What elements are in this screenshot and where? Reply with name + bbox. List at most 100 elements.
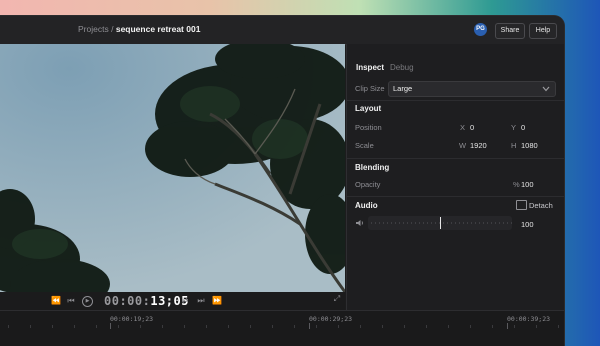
timeline-tick	[140, 325, 141, 328]
divider	[347, 158, 564, 159]
timeline-tick	[162, 325, 163, 328]
timeline-tick	[118, 325, 119, 328]
tab-debug[interactable]: Debug	[390, 63, 414, 72]
volume-slider-thumb[interactable]	[440, 217, 441, 229]
volume-tick	[451, 222, 452, 224]
x-label: X	[460, 123, 466, 132]
timeline-tick	[228, 325, 229, 328]
volume-tick	[471, 222, 472, 224]
volume-tick	[491, 222, 492, 224]
timeline-tick	[184, 325, 185, 328]
opacity-value-field[interactable]: 100	[521, 180, 534, 189]
fullscreen-icon[interactable]: ⤢	[332, 294, 342, 304]
inspector-panel: Inspect Debug Clip Size Large Layout Pos…	[346, 44, 564, 310]
volume-tick	[383, 222, 384, 224]
timeline-tick	[74, 325, 75, 328]
volume-tick	[375, 222, 376, 224]
timeline-tick	[316, 325, 317, 328]
detach-icon[interactable]	[516, 200, 527, 210]
volume-tick	[487, 222, 488, 224]
volume-tick	[499, 222, 500, 224]
timeline[interactable]: 00:00:19;23 00:00:29;23 00:00:39;23	[0, 310, 564, 346]
volume-tick	[391, 222, 392, 224]
rewind-fast-icon[interactable]: ⏪	[51, 296, 61, 306]
volume-tick	[495, 222, 496, 224]
video-viewer[interactable]	[0, 44, 345, 292]
timeline-marker-time: 00:00:39;23	[507, 315, 551, 323]
volume-tick	[427, 222, 428, 224]
volume-tick	[431, 222, 432, 224]
x-value-field[interactable]: 0	[470, 123, 474, 132]
volume-tick	[443, 222, 444, 224]
scale-label: Scale	[355, 141, 374, 150]
detach-button[interactable]: Detach	[529, 201, 553, 210]
opacity-label: Opacity	[355, 180, 381, 189]
timeline-tick	[514, 325, 515, 328]
volume-tick	[387, 222, 388, 224]
breadcrumb-separator: /	[111, 24, 114, 34]
help-button[interactable]: Help	[529, 23, 557, 39]
loop-icon[interactable]: ⇄	[180, 296, 190, 306]
volume-tick	[399, 222, 400, 224]
share-button[interactable]: Share	[495, 23, 525, 39]
volume-tick	[459, 222, 460, 224]
timeline-tick	[338, 325, 339, 328]
position-label: Position	[355, 123, 382, 132]
tab-inspect[interactable]: Inspect	[356, 63, 384, 72]
layout-section-title: Layout	[355, 104, 382, 113]
timeline-tick	[536, 325, 537, 328]
divider	[347, 196, 564, 197]
skip-forward-icon[interactable]: ⏭	[196, 296, 206, 306]
skip-back-icon[interactable]: ⏮	[66, 296, 76, 306]
video-frame-image	[0, 44, 345, 292]
timeline-tick	[294, 325, 295, 328]
y-value-field[interactable]: 0	[521, 123, 525, 132]
avatar[interactable]: PG	[474, 23, 487, 36]
clip-size-value: Large	[393, 84, 413, 93]
breadcrumb-current: sequence retreat 001	[115, 24, 201, 34]
volume-tick	[447, 222, 448, 224]
w-label: W	[459, 141, 467, 150]
volume-tick	[503, 222, 504, 224]
timeline-tick	[470, 325, 471, 328]
volume-tick	[463, 222, 464, 224]
play-icon[interactable]: ▶	[82, 296, 93, 307]
timeline-major-tick	[309, 323, 310, 329]
h-label: H	[511, 141, 517, 150]
timeline-tick	[360, 325, 361, 328]
timeline-major-tick	[507, 323, 508, 329]
timeline-marker-time: 00:00:29;23	[309, 315, 353, 323]
clip-size-label: Clip Size	[355, 84, 385, 93]
timeline-tick	[96, 325, 97, 328]
timeline-tick	[52, 325, 53, 328]
title-bar: Projects / sequence retreat 001 PG Share…	[0, 16, 564, 45]
volume-tick	[411, 222, 412, 224]
volume-tick	[403, 222, 404, 224]
transport-bar: ⏪ ⏮ ▶ 00:00:13;05 ⇄ ⏭ ⏩ ⤢	[0, 292, 345, 310]
volume-tick	[379, 222, 380, 224]
volume-tick	[475, 222, 476, 224]
timeline-tick	[382, 325, 383, 328]
speaker-icon[interactable]	[355, 219, 364, 227]
timeline-tick	[448, 325, 449, 328]
timeline-tick	[558, 325, 559, 328]
volume-tick	[395, 222, 396, 224]
width-value-field[interactable]: 1920	[470, 141, 487, 150]
audio-section-title: Audio	[355, 201, 378, 210]
volume-value[interactable]: 100	[521, 220, 534, 229]
volume-slider[interactable]	[368, 216, 512, 230]
fast-forward-icon[interactable]: ⏩	[212, 296, 222, 306]
app-window: Projects / sequence retreat 001 PG Share…	[0, 16, 564, 346]
timeline-marker-time: 00:00:19;23	[110, 315, 154, 323]
divider	[347, 100, 564, 101]
clip-size-select[interactable]: Large	[388, 81, 556, 97]
timecode: 00:00:13;05	[104, 294, 189, 308]
volume-tick	[511, 222, 512, 224]
volume-tick	[507, 222, 508, 224]
volume-tick	[479, 222, 480, 224]
breadcrumb: Projects / sequence retreat 001	[78, 24, 200, 34]
timeline-tick	[8, 325, 9, 328]
height-value-field[interactable]: 1080	[521, 141, 538, 150]
breadcrumb-projects[interactable]: Projects	[78, 24, 109, 34]
timeline-tick	[272, 325, 273, 328]
